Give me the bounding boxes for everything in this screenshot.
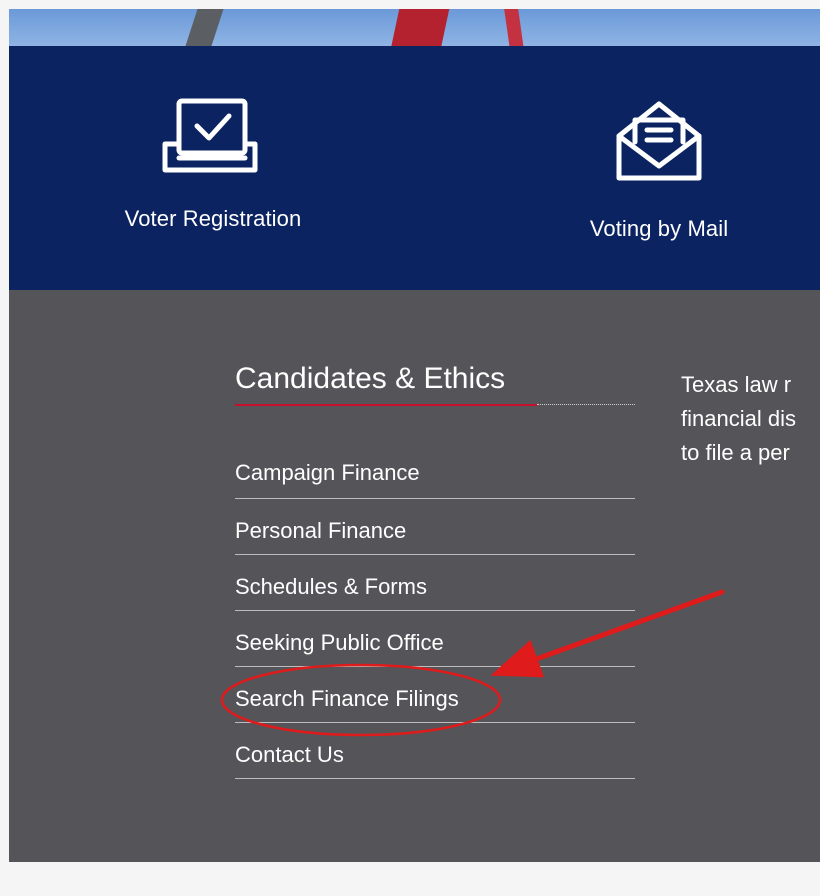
schedules-forms-link[interactable]: Schedules & Forms [235,574,427,600]
section-description: Texas law r financial dis to file a per [681,368,820,470]
ballot-box-checkmark-icon [162,98,258,173]
voting-by-mail-link[interactable]: Voting by Mail [529,96,789,242]
description-line: to file a per [681,440,790,465]
candidates-ethics-section: Candidates & Ethics Campaign Finance Per… [9,290,820,862]
voting-by-mail-label: Voting by Mail [589,216,729,241]
quick-links-band: Voter Registration Voting by Mail [9,46,820,290]
campaign-finance-link[interactable]: Campaign Finance [235,460,420,486]
list-item: Search Finance Filings [235,667,635,723]
candidates-ethics-column: Candidates & Ethics Campaign Finance Per… [235,362,635,779]
hero-image [9,9,820,46]
voter-registration-label: Voter Registration [124,206,302,231]
description-line: Texas law r [681,372,792,397]
page-frame: Voter Registration Voting by Mail Candid… [9,9,820,862]
list-item: Contact Us [235,723,635,779]
personal-finance-link[interactable]: Personal Finance [235,518,406,544]
candidates-links-list: Campaign Finance Personal Finance Schedu… [235,448,635,779]
description-line: financial dis [681,406,796,431]
section-heading: Candidates & Ethics [235,362,506,395]
list-item: Personal Finance [235,499,635,555]
open-envelope-letter-icon [616,101,702,181]
seeking-public-office-link[interactable]: Seeking Public Office [235,630,444,656]
list-item: Campaign Finance [235,448,635,499]
search-finance-filings-link[interactable]: Search Finance Filings [235,686,459,712]
voter-registration-link[interactable]: Voter Registration [83,96,343,232]
list-item: Seeking Public Office [235,611,635,667]
contact-us-link[interactable]: Contact Us [235,742,344,768]
list-item: Schedules & Forms [235,555,635,611]
heading-underline [235,404,635,406]
